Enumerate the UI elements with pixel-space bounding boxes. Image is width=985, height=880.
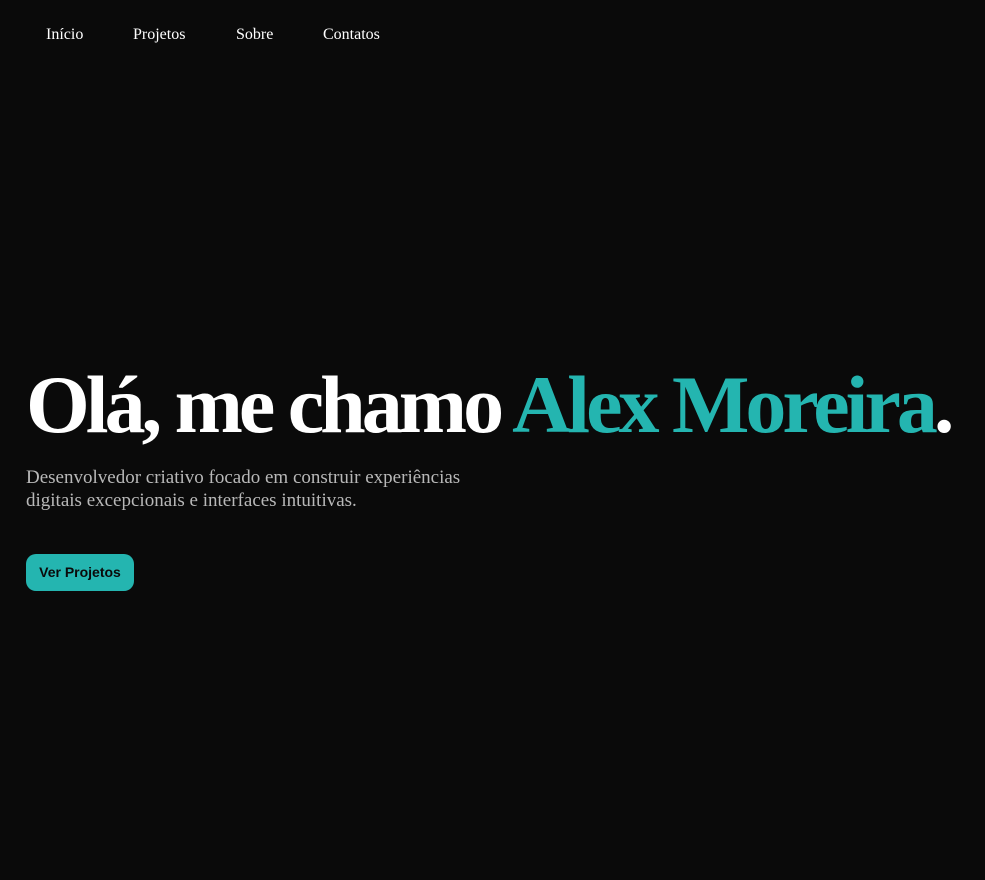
nav-link-sobre[interactable]: Sobre: [236, 24, 273, 46]
view-projects-button[interactable]: Ver Projetos: [26, 554, 134, 591]
hero-punctuation: .: [933, 359, 954, 450]
hero-name: Alex Moreira: [512, 359, 938, 450]
hero-section: Olá, me chamo Alex Moreira. Desenvolvedo…: [26, 360, 966, 512]
nav-link-projetos[interactable]: Projetos: [133, 24, 185, 46]
hero-headline: Olá, me chamo Alex Moreira.: [26, 360, 966, 450]
hero-description: Desenvolvedor criativo focado em constru…: [26, 467, 461, 511]
nav-link-contatos[interactable]: Contatos: [323, 24, 380, 46]
hero-greeting: Olá, me chamo: [26, 359, 513, 450]
nav-link-inicio[interactable]: Início: [46, 24, 83, 46]
